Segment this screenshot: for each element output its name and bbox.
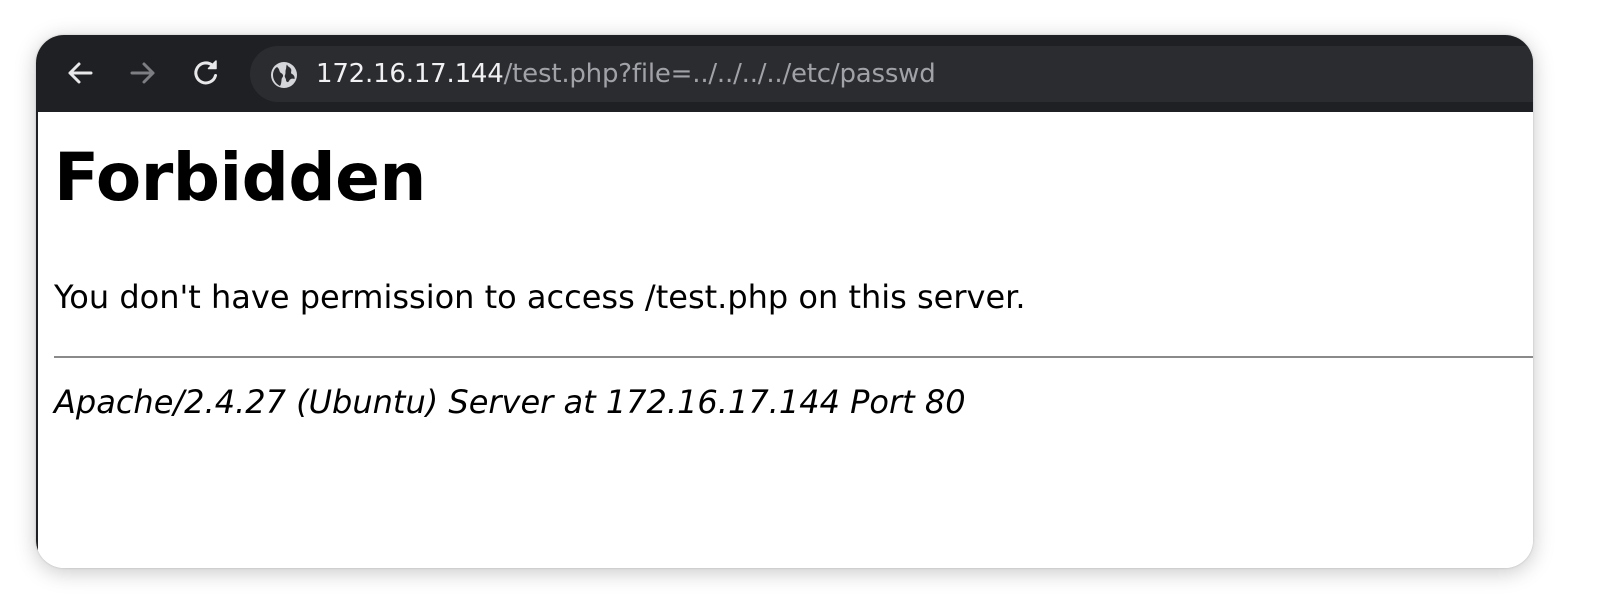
url-path: /test.php?file=../../../../etc/passwd	[503, 59, 936, 89]
reload-button[interactable]	[188, 55, 224, 91]
page-content: Forbidden You don't have permission to a…	[36, 112, 1533, 568]
error-message: You don't have permission to access /tes…	[54, 278, 1026, 316]
server-signature: Apache/2.4.27 (Ubuntu) Server at 172.16.…	[54, 383, 966, 421]
browser-window: 172.16.17.144/test.php?file=../../../../…	[36, 35, 1533, 568]
reload-icon	[194, 60, 217, 85]
url-host: 172.16.17.144	[316, 59, 504, 89]
browser-toolbar: 172.16.17.144/test.php?file=../../../../…	[36, 35, 1533, 112]
page-title: Forbidden	[54, 139, 426, 216]
divider	[54, 356, 1533, 358]
globe-icon[interactable]	[270, 61, 298, 89]
arrow-right-icon	[130, 62, 155, 84]
arrow-left-icon	[68, 62, 93, 84]
back-button[interactable]	[62, 55, 98, 91]
address-bar[interactable]: 172.16.17.144/test.php?file=../../../../…	[250, 46, 1533, 102]
forward-button[interactable]	[125, 55, 161, 91]
url-text[interactable]: 172.16.17.144/test.php?file=../../../../…	[316, 46, 936, 102]
